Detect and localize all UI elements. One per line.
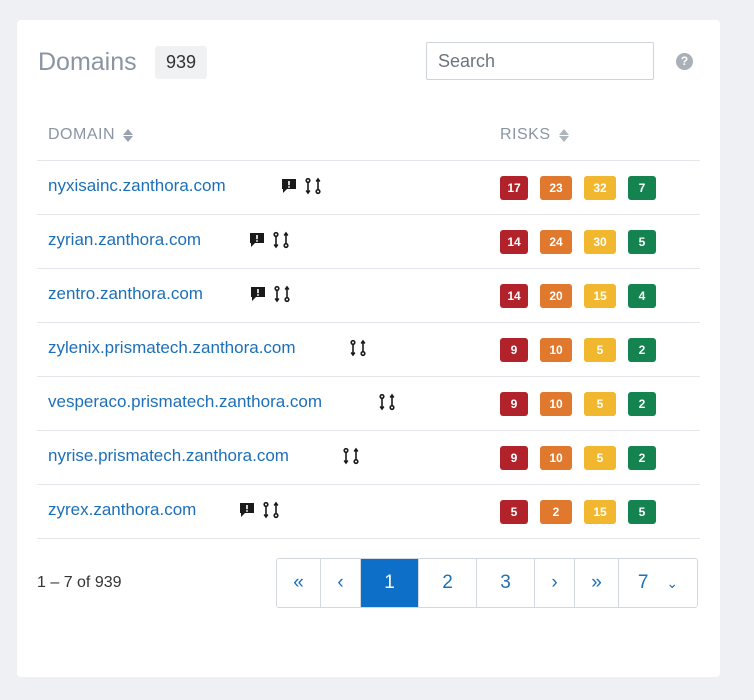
page-select-value: 7 <box>637 572 649 593</box>
risk-badges: 9 10 5 2 <box>500 446 668 470</box>
risk-badges: 17 23 32 7 <box>500 176 668 200</box>
domain-link[interactable]: zentro.zanthora.com <box>48 284 203 304</box>
git-compare-icon[interactable] <box>378 393 396 411</box>
risk-high-badge[interactable]: 10 <box>540 338 572 362</box>
risk-critical-badge[interactable]: 17 <box>500 176 528 200</box>
search-input[interactable] <box>426 42 654 80</box>
comment-alert-icon[interactable] <box>280 177 298 195</box>
table-row: nyxisainc.zanthora.com 17 23 32 7 <box>37 160 700 213</box>
pagination: « ‹ 1 2 3 › » 7 ⌄ <box>276 558 698 608</box>
risk-low-badge[interactable]: 7 <box>628 176 656 200</box>
table-row: vesperaco.prismatech.zanthora.com 9 10 5 2 <box>37 376 700 429</box>
git-compare-icon[interactable] <box>273 285 291 303</box>
git-compare-icon[interactable] <box>342 447 360 465</box>
row-icons <box>249 285 291 303</box>
risk-badges: 9 10 5 2 <box>500 392 668 416</box>
domain-link[interactable]: nyxisainc.zanthora.com <box>48 176 226 196</box>
risk-badges: 14 24 30 5 <box>500 230 668 254</box>
risk-critical-badge[interactable]: 14 <box>500 230 528 254</box>
chevron-down-icon: ⌄ <box>666 574 679 591</box>
row-icons <box>342 447 360 465</box>
risk-low-badge[interactable]: 2 <box>628 338 656 362</box>
git-compare-icon[interactable] <box>262 501 280 519</box>
risk-critical-badge[interactable]: 9 <box>500 338 528 362</box>
sort-icon[interactable] <box>558 128 569 142</box>
domain-link[interactable]: vesperaco.prismatech.zanthora.com <box>48 392 322 412</box>
risk-badges: 5 2 15 5 <box>500 500 668 524</box>
pagination-range: 1 – 7 of 939 <box>37 574 122 591</box>
first-page-button[interactable]: « <box>277 559 321 607</box>
column-header-risks[interactable]: RISKS <box>500 126 569 144</box>
page-title: Domains <box>38 48 137 76</box>
risk-badges: 14 20 15 4 <box>500 284 668 308</box>
table-row: zyrian.zanthora.com 14 24 30 5 <box>37 214 700 267</box>
page-select[interactable]: 7 ⌄ <box>619 559 697 607</box>
table-row: nyrise.prismatech.zanthora.com 9 10 5 2 <box>37 430 700 483</box>
risk-medium-badge[interactable]: 32 <box>584 176 616 200</box>
risk-low-badge[interactable]: 2 <box>628 446 656 470</box>
column-header-risks-label: RISKS <box>500 126 551 143</box>
page-button-3[interactable]: 3 <box>477 559 535 607</box>
divider <box>37 538 700 539</box>
risk-high-badge[interactable]: 24 <box>540 230 572 254</box>
git-compare-icon[interactable] <box>304 177 322 195</box>
risk-critical-badge[interactable]: 5 <box>500 500 528 524</box>
last-page-button[interactable]: » <box>575 559 619 607</box>
comment-alert-icon[interactable] <box>238 501 256 519</box>
risk-critical-badge[interactable]: 9 <box>500 446 528 470</box>
page-button-2[interactable]: 2 <box>419 559 477 607</box>
row-icons <box>248 231 290 249</box>
page-button-1[interactable]: 1 <box>361 559 419 607</box>
risk-high-badge[interactable]: 2 <box>540 500 572 524</box>
domain-link[interactable]: zyrex.zanthora.com <box>48 500 196 520</box>
git-compare-icon[interactable] <box>272 231 290 249</box>
row-icons <box>280 177 322 195</box>
risk-low-badge[interactable]: 4 <box>628 284 656 308</box>
risk-low-badge[interactable]: 5 <box>628 230 656 254</box>
risk-badges: 9 10 5 2 <box>500 338 668 362</box>
risk-medium-badge[interactable]: 5 <box>584 392 616 416</box>
domain-link[interactable]: zylenix.prismatech.zanthora.com <box>48 338 296 358</box>
table-row: zyrex.zanthora.com 5 2 15 5 <box>37 484 700 537</box>
domain-link[interactable]: zyrian.zanthora.com <box>48 230 201 250</box>
risk-high-badge[interactable]: 10 <box>540 446 572 470</box>
risk-high-badge[interactable]: 20 <box>540 284 572 308</box>
risk-critical-badge[interactable]: 14 <box>500 284 528 308</box>
count-badge: 939 <box>155 46 208 79</box>
risk-high-badge[interactable]: 23 <box>540 176 572 200</box>
sort-icon[interactable] <box>123 128 133 142</box>
comment-alert-icon[interactable] <box>248 231 266 249</box>
comment-alert-icon[interactable] <box>249 285 267 303</box>
prev-page-button[interactable]: ‹ <box>321 559 361 607</box>
risk-high-badge[interactable]: 10 <box>540 392 572 416</box>
risk-medium-badge[interactable]: 30 <box>584 230 616 254</box>
table-row: zentro.zanthora.com 14 20 15 4 <box>37 268 700 321</box>
column-header-domain[interactable]: DOMAIN <box>48 126 133 144</box>
risk-medium-badge[interactable]: 5 <box>584 446 616 470</box>
help-icon[interactable]: ? <box>676 53 693 70</box>
risk-low-badge[interactable]: 5 <box>628 500 656 524</box>
domains-card: Domains 939 ? DOMAIN RISKS nyxisainc.zan… <box>17 20 720 677</box>
domain-link[interactable]: nyrise.prismatech.zanthora.com <box>48 446 289 466</box>
risk-medium-badge[interactable]: 15 <box>584 500 616 524</box>
row-icons <box>378 393 396 411</box>
next-page-button[interactable]: › <box>535 559 575 607</box>
column-header-domain-label: DOMAIN <box>48 126 115 143</box>
git-compare-icon[interactable] <box>349 339 367 357</box>
risk-medium-badge[interactable]: 5 <box>584 338 616 362</box>
risk-medium-badge[interactable]: 15 <box>584 284 616 308</box>
risk-critical-badge[interactable]: 9 <box>500 392 528 416</box>
row-icons <box>238 501 280 519</box>
risk-low-badge[interactable]: 2 <box>628 392 656 416</box>
table-row: zylenix.prismatech.zanthora.com 9 10 5 2 <box>37 322 700 375</box>
row-icons <box>349 339 367 357</box>
